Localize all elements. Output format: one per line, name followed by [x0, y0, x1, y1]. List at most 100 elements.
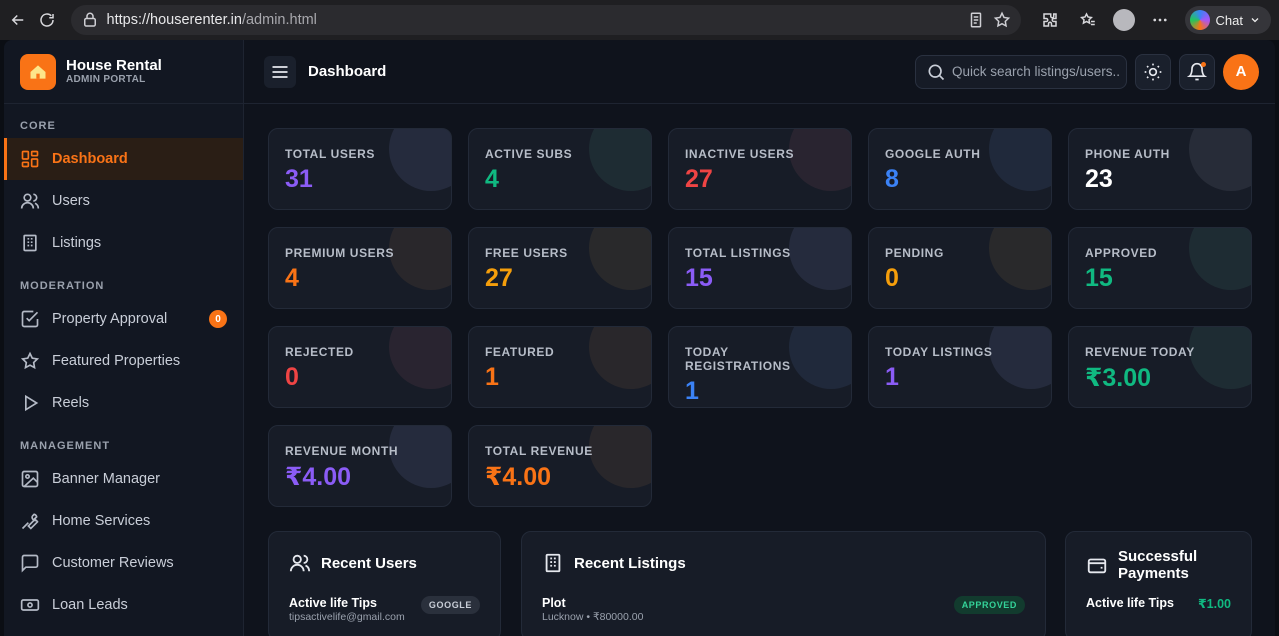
user-email: tipsactivelife@gmail.com [289, 611, 405, 623]
stat-value: ₹4.00 [285, 463, 352, 491]
theme-toggle-button[interactable] [1135, 53, 1171, 90]
check-square-icon [21, 310, 39, 328]
sidebar-item-home-services[interactable]: Home Services [4, 500, 243, 542]
sidebar-item-listings[interactable]: Listings [4, 222, 243, 264]
stat-value: 31 [285, 165, 313, 193]
stat-card-free-users: FREE USERS 27 [468, 227, 652, 309]
stat-value: 27 [685, 165, 713, 193]
stat-value: 1 [685, 377, 699, 405]
sun-icon [1144, 63, 1162, 80]
notifications-button[interactable] [1179, 53, 1215, 90]
back-icon[interactable] [8, 7, 27, 33]
payment-amount: ₹1.00 [1197, 597, 1231, 611]
sidebar-item-label: Property Approval [52, 311, 168, 327]
admin-app: House Rental ADMIN PORTAL CORE Dashboard… [4, 40, 1275, 636]
stat-value: 4 [485, 165, 499, 193]
stat-label: TODAY REGISTRATIONS [685, 345, 791, 373]
top-bar: Dashboard Quick search listings/users.. … [244, 40, 1275, 104]
profile-avatar[interactable] [1112, 9, 1135, 31]
sidebar-item-label: Home Services [52, 513, 151, 529]
reader-mode-icon[interactable] [967, 11, 985, 29]
stat-value: 1 [485, 363, 499, 391]
chat-label: Chat [1215, 12, 1243, 28]
sidebar-item-featured-properties[interactable]: Featured Properties [4, 340, 243, 382]
stat-value: ₹3.00 [1085, 364, 1152, 392]
list-item[interactable]: Active life Tips tipsactivelife@gmail.co… [289, 596, 480, 623]
sidebar-item-label: Users [52, 193, 90, 209]
search-placeholder: Quick search listings/users.. [952, 64, 1121, 79]
stat-value: 1 [885, 363, 899, 391]
stat-label: APPROVED [1085, 246, 1158, 260]
refresh-icon[interactable] [37, 7, 56, 33]
status-badge: APPROVED [953, 596, 1025, 614]
page-title: Dashboard [308, 63, 387, 80]
stat-label: TODAY LISTINGS [885, 345, 993, 359]
site-info-icon[interactable] [81, 11, 99, 29]
stat-card-pending: PENDING 0 [868, 227, 1052, 309]
sidebar-item-customer-reviews[interactable]: Customer Reviews [4, 542, 243, 584]
listing-name: Plot [542, 596, 566, 610]
favorites-icon[interactable] [1075, 7, 1101, 33]
extensions-icon[interactable] [1037, 7, 1063, 33]
search-icon [928, 64, 945, 80]
users-icon [289, 554, 311, 572]
stat-card-today-listings: TODAY LISTINGS 1 [868, 326, 1052, 408]
address-bar[interactable]: https://houserenter.in/admin.html [70, 5, 1021, 35]
stat-label: REVENUE TODAY [1085, 345, 1195, 359]
main-content: Dashboard Quick search listings/users.. … [244, 40, 1275, 636]
chevron-down-icon [1251, 18, 1259, 23]
panel-title-line1: Successful [1118, 548, 1198, 565]
stat-label: TOTAL USERS [285, 147, 375, 161]
stat-label: PENDING [885, 246, 944, 260]
url-host: https://houserenter.in [106, 12, 242, 28]
copilot-chat-button[interactable]: Chat [1184, 6, 1271, 34]
list-item[interactable]: Plot Lucknow • ₹80000.00 APPROVED [542, 596, 1025, 623]
sidebar-item-label: Customer Reviews [52, 555, 174, 571]
browser-toolbar: https://houserenter.in/admin.html Chat [0, 0, 1279, 40]
stat-label: ACTIVE SUBS [485, 147, 573, 161]
user-avatar[interactable]: A [1223, 53, 1259, 90]
sidebar-item-dashboard[interactable]: Dashboard [4, 138, 243, 180]
stat-card-google-auth: GOOGLE AUTH 8 [868, 128, 1052, 210]
brand-title: House Rental [66, 57, 162, 74]
stat-label: GOOGLE AUTH [885, 147, 981, 161]
stat-card-phone-auth: PHONE AUTH 23 [1068, 128, 1252, 210]
stat-label: TOTAL REVENUE [485, 444, 593, 458]
stat-card-active-subs: ACTIVE SUBS 4 [468, 128, 652, 210]
wrench-icon [21, 513, 39, 530]
panel-title: Recent Users [321, 554, 417, 572]
sidebar-item-banner-manager[interactable]: Banner Manager [4, 458, 243, 500]
more-options-icon[interactable] [1147, 7, 1173, 33]
panel-title-line2: Payments [1118, 565, 1189, 582]
sidebar-item-users[interactable]: Users [4, 180, 243, 222]
stat-card-inactive-users: INACTIVE USERS 27 [668, 128, 852, 210]
stat-label: TOTAL LISTINGS [685, 246, 791, 260]
menu-toggle-button[interactable] [264, 55, 296, 88]
stat-value: 15 [1085, 264, 1113, 292]
sidebar-item-reels[interactable]: Reels [4, 382, 243, 424]
payer-name: Active life Tips [1086, 596, 1174, 610]
stat-card-premium-users: PREMIUM USERS 4 [268, 227, 452, 309]
brand-subtitle: ADMIN PORTAL [66, 74, 146, 85]
stat-card-approved: APPROVED 15 [1068, 227, 1252, 309]
stat-label: FEATURED [485, 345, 555, 359]
stat-label: REJECTED [285, 345, 354, 359]
sidebar-item-loan-leads[interactable]: Loan Leads [4, 584, 243, 626]
search-input[interactable]: Quick search listings/users.. [915, 54, 1127, 89]
favorite-star-icon[interactable] [993, 11, 1011, 29]
notification-dot [1201, 61, 1206, 67]
list-item[interactable]: Active life Tips ₹1.00 [1086, 596, 1231, 611]
stat-card-rejected: REJECTED 0 [268, 326, 452, 408]
sidebar-item-label: Reels [52, 395, 90, 411]
section-core: CORE [20, 120, 56, 132]
stat-card-total-listings: TOTAL LISTINGS 15 [668, 227, 852, 309]
sidebar-item-label: Loan Leads [52, 597, 128, 613]
sidebar: House Rental ADMIN PORTAL CORE Dashboard… [4, 40, 244, 636]
stat-card-revenue-month: REVENUE MONTH ₹4.00 [268, 425, 452, 507]
sidebar-item-label: Dashboard [52, 151, 128, 167]
stat-label: PREMIUM USERS [285, 246, 395, 260]
stat-value: 0 [285, 363, 299, 391]
copilot-icon [1189, 10, 1210, 30]
sidebar-item-property-approval[interactable]: Property Approval 0 [4, 298, 243, 340]
listing-detail: Lucknow • ₹80000.00 [542, 611, 644, 623]
